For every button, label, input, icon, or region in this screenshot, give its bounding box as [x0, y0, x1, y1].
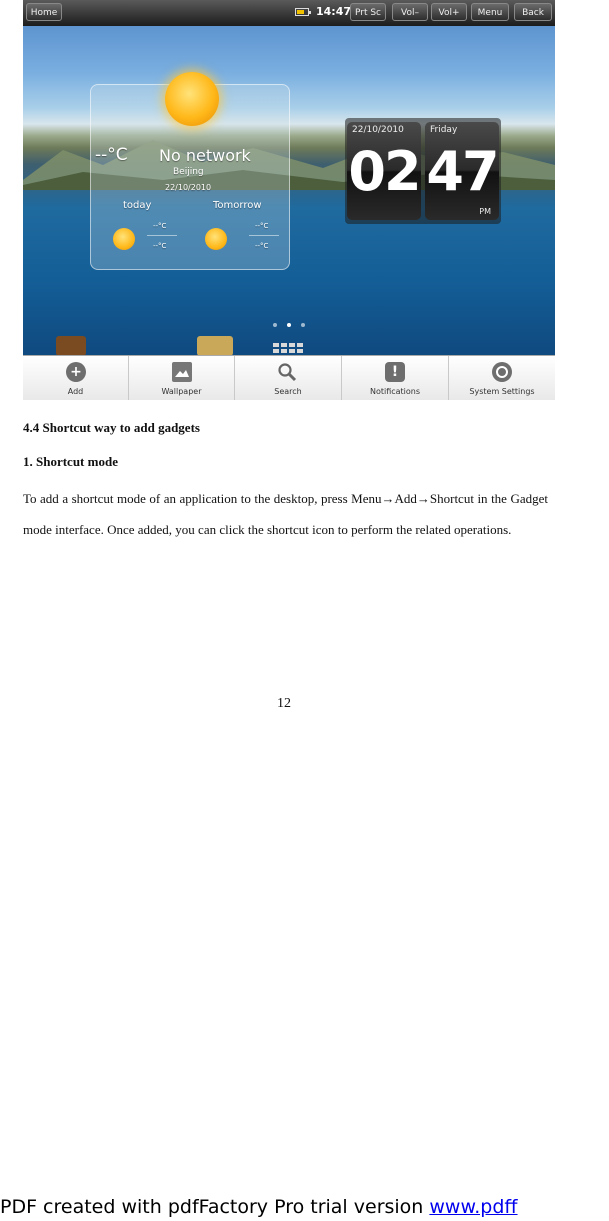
volume-up-button[interactable]: Vol+	[431, 3, 467, 21]
subsection-heading: 1. Shortcut mode	[23, 454, 118, 469]
app-drawer-icon[interactable]	[273, 343, 307, 355]
search-icon	[277, 362, 297, 382]
menu-item-label: Add	[67, 387, 84, 396]
tomorrow-low: --°C	[255, 242, 269, 250]
clock-date: 22/10/2010	[352, 125, 404, 135]
clock-widget[interactable]: 22/10/2010 02 Friday 47 PM	[345, 118, 501, 224]
status-bar: Home 14:47 Prt Sc Vol– Vol+ Menu Back	[23, 0, 555, 26]
menu-button[interactable]: Menu	[471, 3, 509, 21]
battery-icon	[295, 8, 311, 16]
menu-item-search[interactable]: Search	[235, 356, 342, 400]
clock-ampm: PM	[479, 207, 491, 216]
divider	[249, 235, 279, 236]
tomorrow-label: Tomorrow	[213, 200, 262, 211]
sun-icon	[165, 72, 219, 126]
clock-day: Friday	[430, 125, 458, 135]
menu-item-system-settings[interactable]: System Settings	[449, 356, 555, 400]
today-low: --°C	[153, 242, 167, 250]
dock-app-icon[interactable]	[56, 336, 86, 356]
page-dot-active[interactable]	[287, 323, 291, 327]
menu-item-wallpaper[interactable]: Wallpaper	[129, 356, 235, 400]
tomorrow-high: --°C	[255, 222, 269, 230]
settings-icon	[492, 362, 512, 382]
weather-date: 22/10/2010	[165, 183, 212, 192]
volume-down-button[interactable]: Vol–	[392, 3, 428, 21]
notifications-icon: !	[385, 362, 405, 382]
menu-item-notifications[interactable]: ! Notifications	[342, 356, 449, 400]
menu-item-label: Wallpaper	[161, 387, 202, 396]
clock-minute: 47	[426, 140, 499, 203]
add-icon: +	[66, 362, 86, 382]
weather-status: No network	[159, 146, 251, 165]
hour-card: 22/10/2010 02	[347, 122, 422, 220]
menu-item-label: Search	[274, 387, 302, 396]
weather-city: Beijing	[173, 167, 204, 177]
footer-link[interactable]: www.pdff	[429, 1196, 517, 1218]
today-sun-icon	[113, 228, 135, 250]
wallpaper-icon	[172, 362, 192, 382]
section-heading: 4.4 Shortcut way to add gadgets	[23, 420, 200, 435]
page-dot[interactable]	[273, 323, 277, 327]
footer-text: PDF created with pdfFactory Pro trial ve…	[0, 1196, 430, 1218]
minute-card: Friday 47 PM	[425, 122, 500, 220]
tomorrow-sun-icon	[205, 228, 227, 250]
menu-item-add[interactable]: + Add	[23, 356, 129, 400]
print-screen-button[interactable]: Prt Sc	[350, 3, 386, 21]
divider	[147, 235, 177, 236]
menu-item-label: Notifications	[369, 387, 421, 396]
back-button[interactable]: Back	[514, 3, 552, 21]
pdf-footer: PDF created with pdfFactory Pro trial ve…	[0, 1196, 518, 1218]
device-screenshot: Home 14:47 Prt Sc Vol– Vol+ Menu Back --…	[23, 0, 555, 400]
clock-hour: 02	[348, 140, 421, 203]
dock-app-icon[interactable]	[197, 336, 233, 356]
status-time: 14:47	[316, 5, 352, 18]
page-dot[interactable]	[301, 323, 305, 327]
current-temperature: --°C	[95, 145, 128, 165]
today-label: today	[123, 200, 152, 211]
today-high: --°C	[153, 222, 167, 230]
menu-item-label: System Settings	[469, 387, 535, 396]
options-menu: + Add Wallpaper Search ! Notifications S…	[23, 355, 555, 400]
page-number: 12	[277, 696, 291, 711]
body-paragraph: To add a shortcut mode of an application…	[23, 491, 548, 537]
home-button[interactable]: Home	[26, 3, 62, 21]
